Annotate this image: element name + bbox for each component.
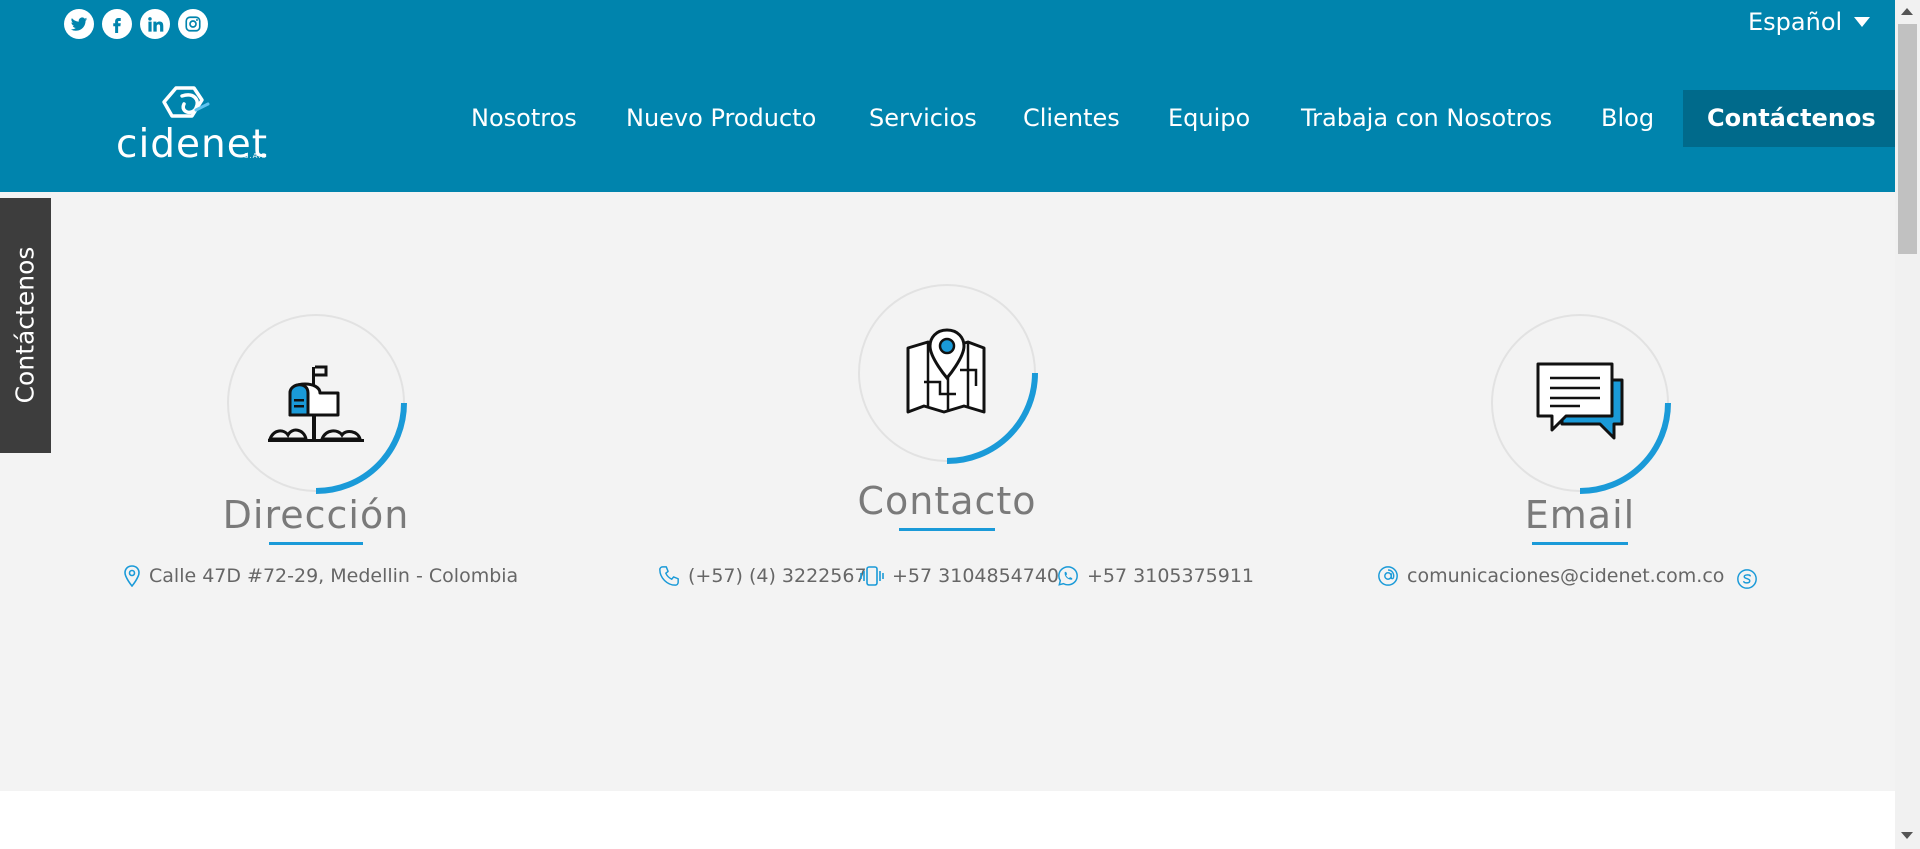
nav-item-contactenos[interactable]: Contáctenos xyxy=(1683,90,1900,147)
mailbox-icon xyxy=(268,365,364,442)
skype-icon[interactable] xyxy=(1736,568,1758,590)
logo-suffix: S.A.S xyxy=(244,152,268,160)
contacto-underline xyxy=(899,528,995,531)
email-text[interactable]: comunicaciones@cidenet.com.co xyxy=(1407,565,1724,587)
nav-item-blog[interactable]: Blog xyxy=(1601,90,1654,147)
email-underline xyxy=(1532,542,1628,545)
caret-down-icon xyxy=(1854,17,1871,27)
nav-item-servicios[interactable]: Servicios xyxy=(869,90,977,147)
map-pin-icon xyxy=(124,565,140,587)
address-info: Calle 47D #72-29, Medellin - Colombia xyxy=(123,565,518,587)
instagram-icon[interactable] xyxy=(178,9,208,39)
map-icon xyxy=(906,328,986,414)
scroll-up-arrow-icon[interactable] xyxy=(1901,8,1913,15)
mobile-info: +57 3104854740 xyxy=(860,565,1059,587)
nav-item-nuevo-producto[interactable]: Nuevo Producto xyxy=(626,90,816,147)
chat-bubbles-icon xyxy=(1536,362,1624,440)
contacto-title: Contacto xyxy=(857,479,1037,523)
language-label: Español xyxy=(1748,8,1843,36)
whatsapp-text[interactable]: +57 3105375911 xyxy=(1087,565,1254,587)
nav-item-clientes[interactable]: Clientes xyxy=(1023,90,1120,147)
nav-item-equipo[interactable]: Equipo xyxy=(1168,90,1250,147)
mobile-text[interactable]: +57 3104854740 xyxy=(892,565,1059,587)
social-links xyxy=(64,9,208,39)
scrollbar-thumb[interactable] xyxy=(1898,24,1917,254)
scroll-down-arrow-icon[interactable] xyxy=(1901,832,1913,839)
cidenet-logo[interactable]: cidenet S.A.S xyxy=(110,80,275,167)
email-title: Email xyxy=(1524,493,1636,537)
language-selector[interactable]: Español xyxy=(1748,8,1871,36)
facebook-icon[interactable] xyxy=(102,9,132,39)
direccion-underline xyxy=(269,542,363,545)
next-section xyxy=(0,791,1895,849)
phone-text[interactable]: (+57) (4) 3222567 xyxy=(688,565,867,587)
nav-item-trabaja[interactable]: Trabaja con Nosotros xyxy=(1301,90,1552,147)
address-text: Calle 47D #72-29, Medellin - Colombia xyxy=(149,565,519,587)
header-bar: Español cidenet S.A.S Nosotros Nuevo Pro… xyxy=(0,0,1900,192)
at-sign-icon xyxy=(1378,566,1398,586)
contact-side-tab[interactable]: Contáctenos xyxy=(0,198,51,453)
logo-wordmark: cidenet xyxy=(116,122,269,167)
phone-icon xyxy=(659,566,679,586)
linkedin-icon[interactable] xyxy=(140,9,170,39)
twitter-icon[interactable] xyxy=(64,9,94,39)
side-tab-label: Contáctenos xyxy=(10,246,40,404)
whatsapp-info: +57 3105375911 xyxy=(1057,565,1254,587)
nav-item-nosotros[interactable]: Nosotros xyxy=(471,90,577,147)
direccion-title: Dirección xyxy=(222,493,410,537)
whatsapp-icon xyxy=(1058,566,1078,586)
phone-info: (+57) (4) 3222567 xyxy=(658,565,867,587)
mobile-vibrate-icon xyxy=(860,566,884,586)
email-info: comunicaciones@cidenet.com.co xyxy=(1377,565,1724,587)
